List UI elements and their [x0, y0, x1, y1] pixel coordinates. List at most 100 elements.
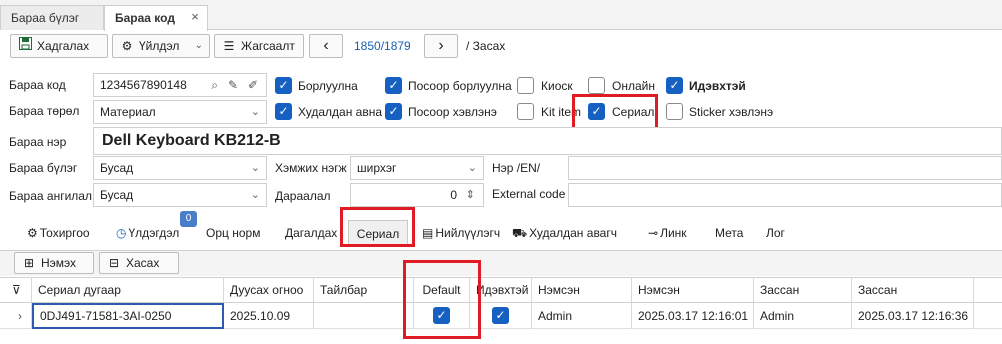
name-label: Бараа нэр [9, 135, 67, 149]
sticker-checkbox[interactable] [666, 103, 683, 120]
next-record-button[interactable]: › [424, 34, 458, 58]
pos-sell-label: Посоор борлуулна [408, 79, 512, 93]
highlight-serial-tab [340, 207, 415, 247]
column-header-serial[interactable]: Сериал дугаар [32, 277, 224, 303]
previous-record-button[interactable]: ‹ [309, 34, 343, 58]
active-label: Идэвхтэй [689, 79, 746, 93]
expiry-cell[interactable]: 2025.10.09 [224, 303, 314, 329]
product-name-value: Dell Keyboard KB212-B [102, 132, 281, 149]
pos-sell-checkbox[interactable]: ✓ [385, 77, 402, 94]
subtab-balance[interactable]: ◷ Үлдэгдэл [116, 220, 179, 246]
unit-label: Хэмжих нэгж [275, 161, 347, 175]
pos-print-label: Посоор хэвлэнэ [408, 105, 497, 119]
row-expand-icon[interactable]: › [0, 303, 32, 329]
order-number-input[interactable]: 0 ⇕ [350, 183, 484, 207]
subtab-label: Нийлүүлэгч [435, 226, 501, 240]
row-active-checkbox[interactable]: ✓ [492, 307, 509, 324]
serial-cell[interactable]: 0DJ491-71581-3AI-0250 [32, 303, 224, 329]
external-code-label: External code [492, 187, 566, 201]
balance-count-badge: 0 [180, 211, 197, 227]
subtab-accessories[interactable]: Дагалдах [285, 220, 337, 246]
chevron-left-icon: ‹ [323, 37, 329, 54]
edited-by-cell[interactable]: Admin [754, 303, 852, 329]
order-label: Дараалал [275, 189, 331, 203]
list-button[interactable]: ☰ Жагсаалт [214, 34, 304, 58]
column-header-note[interactable]: Тайлбар [314, 277, 414, 303]
column-header-added-at[interactable]: Нэмсэн [632, 277, 754, 303]
buy-checkbox[interactable]: ✓ [275, 103, 292, 120]
subtab-label: Тохиргоо [39, 226, 90, 240]
subtab-settings[interactable]: ⚙ Тохиргоо [27, 220, 90, 246]
class-label: Бараа ангилал [9, 189, 92, 203]
subtab-label: Үлдэгдэл [128, 226, 180, 240]
subtab-meta[interactable]: Мета [715, 220, 743, 246]
chevron-down-icon: ⌄ [250, 189, 260, 201]
kiosk-checkbox[interactable] [517, 77, 534, 94]
added-by-cell[interactable]: Admin [532, 303, 632, 329]
subtab-customers[interactable]: ⛟ Худалдан авагч [512, 220, 617, 246]
product-type-select[interactable]: Материал ⌄ [93, 100, 267, 124]
column-header-edited-at[interactable]: Зассан [852, 277, 974, 303]
pos-print-checkbox[interactable]: ✓ [385, 103, 402, 120]
edited-at-cell[interactable]: 2025.03.17 12:16:36 [852, 303, 974, 329]
minus-box-icon: ⊟ [108, 256, 120, 270]
filter-icon[interactable]: ⊽ [0, 277, 32, 303]
subtab-label: Худалдан авагч [529, 226, 617, 240]
tab-product-group[interactable]: Бараа бүлэг [0, 5, 104, 30]
search-icon[interactable]: ⌕ [211, 74, 218, 96]
tab-label: Бараа код [115, 11, 175, 25]
subtab-log[interactable]: Лог [766, 220, 785, 246]
unit-select[interactable]: ширхэг ⌄ [350, 156, 484, 180]
gear-icon: ⚙ [121, 39, 133, 53]
highlight-default-column [403, 260, 481, 339]
product-group-select[interactable]: Бусад ⌄ [93, 156, 267, 180]
product-class-value: Бусад [100, 188, 134, 202]
product-name-input[interactable]: Dell Keyboard KB212-B [93, 127, 1002, 155]
save-label: Хадгалах [37, 39, 90, 53]
sell-label: Борлуулна [298, 79, 358, 93]
subtab-suppliers[interactable]: ▤ Нийлүүлэгч [422, 220, 500, 246]
subtab-label: Мета [715, 226, 744, 240]
actions-dropdown-button[interactable]: ⚙ Үйлдэл ⌄ [112, 34, 210, 58]
record-counter: 1850/1879 [354, 39, 411, 53]
column-header-expiry[interactable]: Дуусах огноо [224, 277, 314, 303]
save-button[interactable]: Хадгалах [10, 34, 108, 58]
remove-row-button[interactable]: ⊟ Хасах [99, 252, 179, 274]
link-icon: ⊸ [648, 226, 659, 240]
column-header-edited-by[interactable]: Зассан [754, 277, 852, 303]
sticker-label: Sticker хэвлэнэ [689, 105, 774, 119]
added-at-cell[interactable]: 2025.03.17 12:16:01 [632, 303, 754, 329]
subtab-label: Орц норм [206, 226, 261, 240]
buy-label: Худалдан авна [298, 105, 383, 119]
actions-label: Үйлдэл [139, 39, 180, 53]
edit-icon[interactable]: ✎ [228, 74, 238, 96]
add-row-button[interactable]: ⊞ Нэмэх [14, 252, 94, 274]
column-header-added-by[interactable]: Нэмсэн [532, 277, 632, 303]
chevron-right-icon: › [438, 37, 444, 54]
subtab-recipe[interactable]: Орц норм [206, 220, 260, 246]
active-checkbox[interactable]: ✓ [666, 77, 683, 94]
product-code-input[interactable]: 1234567890148 ⌕ ✎ ✐ [93, 73, 267, 97]
note-cell[interactable] [314, 303, 414, 329]
kiosk-label: Киоск [541, 79, 573, 93]
order-value: 0 [450, 188, 457, 202]
name-en-input[interactable] [568, 156, 1002, 180]
pencil-icon[interactable]: ✐ [248, 74, 258, 96]
chevron-down-icon: ⌄ [467, 162, 477, 174]
name-en-label: Нэр /EN/ [492, 161, 541, 175]
list-label: Жагсаалт [241, 39, 295, 53]
clock-icon: ◷ [116, 226, 127, 240]
edit-mode-label: / Засах [466, 39, 506, 53]
type-label: Бараа төрөл [9, 104, 80, 118]
product-class-select[interactable]: Бусад ⌄ [93, 183, 267, 207]
product-code-value: 1234567890148 [100, 78, 187, 92]
kit-item-checkbox[interactable] [517, 103, 534, 120]
online-checkbox[interactable] [588, 77, 605, 94]
sell-checkbox[interactable]: ✓ [275, 77, 292, 94]
external-code-input[interactable] [568, 183, 1002, 207]
subtab-link[interactable]: ⊸ Линк [648, 220, 687, 246]
close-tab-icon[interactable]: × [187, 9, 203, 25]
subtab-label: Дагалдах [285, 226, 338, 240]
product-group-value: Бусад [100, 161, 134, 175]
stepper-icon[interactable]: ⇕ [466, 184, 475, 206]
